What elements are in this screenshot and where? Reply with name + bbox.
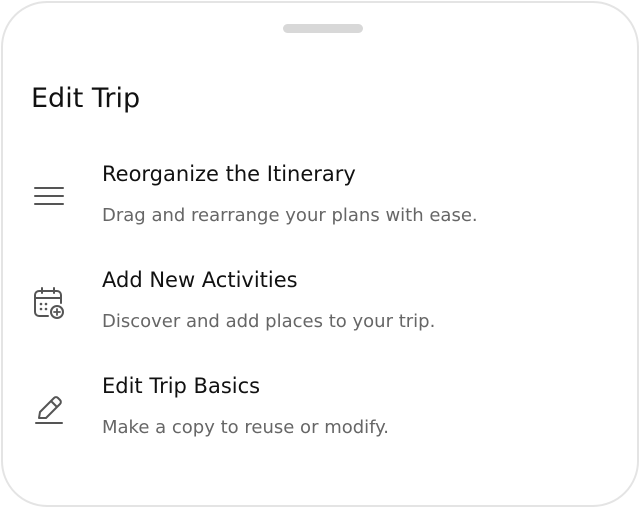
sheet-title: Edit Trip [31, 83, 141, 114]
option-reorganize-itinerary[interactable]: Reorganize the Itinerary Drag and rearra… [3, 155, 637, 251]
calendar-add-icon [29, 283, 69, 323]
option-title: Reorganize the Itinerary [102, 162, 356, 186]
option-description: Discover and add places to your trip. [102, 311, 436, 332]
option-add-activities[interactable]: Add New Activities Discover and add plac… [3, 261, 637, 357]
edit-trip-sheet: Edit Trip Reorganize the Itinerary Drag … [1, 1, 639, 507]
option-edit-trip-basics[interactable]: Edit Trip Basics Make a copy to reuse or… [3, 367, 637, 463]
option-description: Drag and rearrange your plans with ease. [102, 205, 478, 226]
option-title: Edit Trip Basics [102, 374, 261, 398]
menu-lines-icon [29, 177, 69, 217]
option-description: Make a copy to reuse or modify. [102, 417, 389, 438]
option-title: Add New Activities [102, 268, 298, 292]
pencil-edit-icon [29, 389, 69, 429]
drag-handle[interactable] [283, 24, 363, 33]
